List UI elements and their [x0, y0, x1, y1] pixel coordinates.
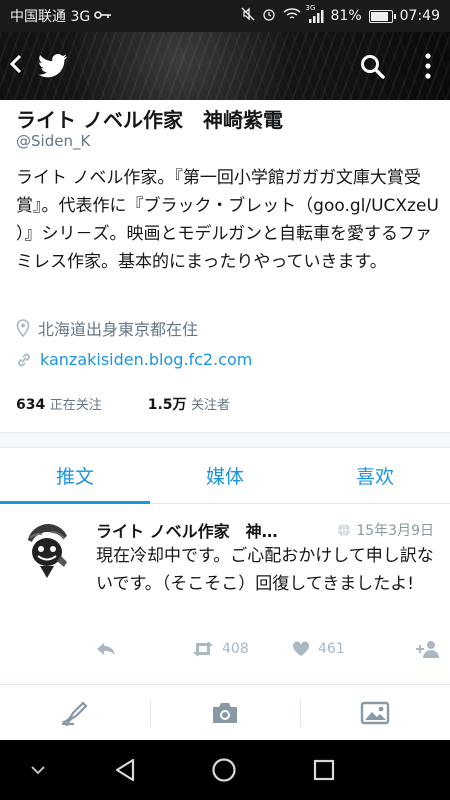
followers-label: 关注者: [190, 398, 230, 413]
profile-header-banner: [0, 32, 450, 100]
clock: 07:49: [399, 8, 440, 24]
signal-icon: 3G: [306, 4, 324, 23]
location-pin-icon: [16, 319, 30, 337]
profile-name: ライト ノベル作家 神崎紫電: [16, 108, 283, 132]
more-vertical-icon: [425, 53, 431, 79]
search-icon: [361, 55, 385, 79]
wifi-icon: [283, 7, 301, 25]
retweet-button[interactable]: 408: [192, 641, 292, 657]
back-triangle-icon: [115, 758, 135, 782]
nav-back-button[interactable]: [110, 755, 140, 785]
recents-square-icon: [313, 759, 335, 781]
avatar[interactable]: [16, 518, 78, 580]
status-bar: 中国联通 3G 3G 81% 07:49: [0, 0, 450, 32]
location-text: 北海道出身東京都在住: [38, 320, 199, 339]
retweet-icon: [193, 641, 213, 657]
nav-collapse-button[interactable]: [26, 760, 50, 780]
profile-location: 北海道出身東京都在住: [16, 316, 198, 340]
link-icon: [18, 353, 30, 366]
reply-button[interactable]: [96, 642, 192, 656]
overflow-menu-button[interactable]: [416, 50, 440, 82]
system-navigation-bar: [0, 740, 450, 800]
carrier-text: 中国联通 3G: [10, 9, 91, 25]
following-stat[interactable]: 634 正在关注: [16, 394, 102, 413]
search-button[interactable]: [358, 52, 388, 82]
key-icon: [94, 9, 112, 24]
globe-icon: [338, 523, 351, 537]
compose-bar: [0, 684, 450, 741]
profile-tabs: 推文 媒体 喜欢: [0, 447, 450, 504]
following-label: 正在关注: [49, 398, 102, 413]
tab-media[interactable]: 媒体: [150, 447, 300, 503]
followers-count: 1.5万: [147, 397, 187, 413]
reply-icon: [97, 643, 115, 655]
profile-handle: @Siden_K: [16, 132, 91, 150]
battery-percent: 81%: [330, 8, 362, 24]
follow-button[interactable]: [416, 640, 440, 658]
nav-home-button[interactable]: [209, 755, 239, 785]
compose-tweet-button[interactable]: [0, 685, 150, 741]
profile-website: kanzakisiden.blog.fc2.com: [16, 350, 252, 369]
following-count: 634: [16, 397, 46, 413]
website-link[interactable]: kanzakisiden.blog.fc2.com: [40, 350, 252, 369]
add-user-icon: [416, 641, 439, 658]
profile-bio: ライト ノベル作家。『第一回小学館ガガガ文庫大賞受賞』。代表作に『ブラック・ブレ…: [16, 168, 439, 272]
tweet-text: 現在冷却中です。ご心配おかけして申し訳ないです。（そこそこ）回復してきましたよ!: [96, 546, 434, 594]
tweet-item[interactable]: ライト ノベル作家 神… 15年3月9日 現在冷却中です。ご心配おかけして申し訳…: [0, 504, 450, 684]
back-button[interactable]: [8, 50, 24, 78]
like-button[interactable]: 461: [292, 641, 402, 657]
tweet-date-text: 15年3月9日: [356, 523, 434, 539]
like-count: 461: [318, 641, 345, 657]
twitter-bird-icon[interactable]: [36, 52, 70, 80]
network-type-label: 3G: [305, 3, 316, 12]
mute-icon: [241, 7, 255, 25]
tweet-author[interactable]: ライト ノベル作家 神…: [96, 518, 278, 542]
retweet-count: 408: [222, 641, 249, 657]
tab-likes[interactable]: 喜欢: [300, 447, 450, 503]
section-divider: [0, 432, 450, 448]
nav-recents-button[interactable]: [309, 755, 339, 785]
tweet-actions: 408 461: [96, 638, 440, 660]
home-circle-icon: [212, 758, 236, 782]
compose-icon: [61, 701, 88, 726]
alarm-icon: [262, 7, 276, 25]
camera-icon: [213, 703, 237, 723]
chevron-left-icon: [10, 54, 22, 74]
follow-stats: 634 正在关注 1.5万 关注者: [16, 394, 230, 414]
chevron-down-icon: [31, 766, 45, 775]
image-icon: [360, 701, 390, 725]
tab-tweets[interactable]: 推文: [0, 447, 150, 504]
battery-icon: [368, 9, 396, 23]
camera-button[interactable]: [150, 685, 300, 741]
followers-stat[interactable]: 1.5万 关注者: [148, 394, 230, 414]
tweet-date: 15年3月9日: [337, 520, 434, 540]
photo-button[interactable]: [300, 685, 450, 741]
heart-icon: [292, 641, 310, 656]
